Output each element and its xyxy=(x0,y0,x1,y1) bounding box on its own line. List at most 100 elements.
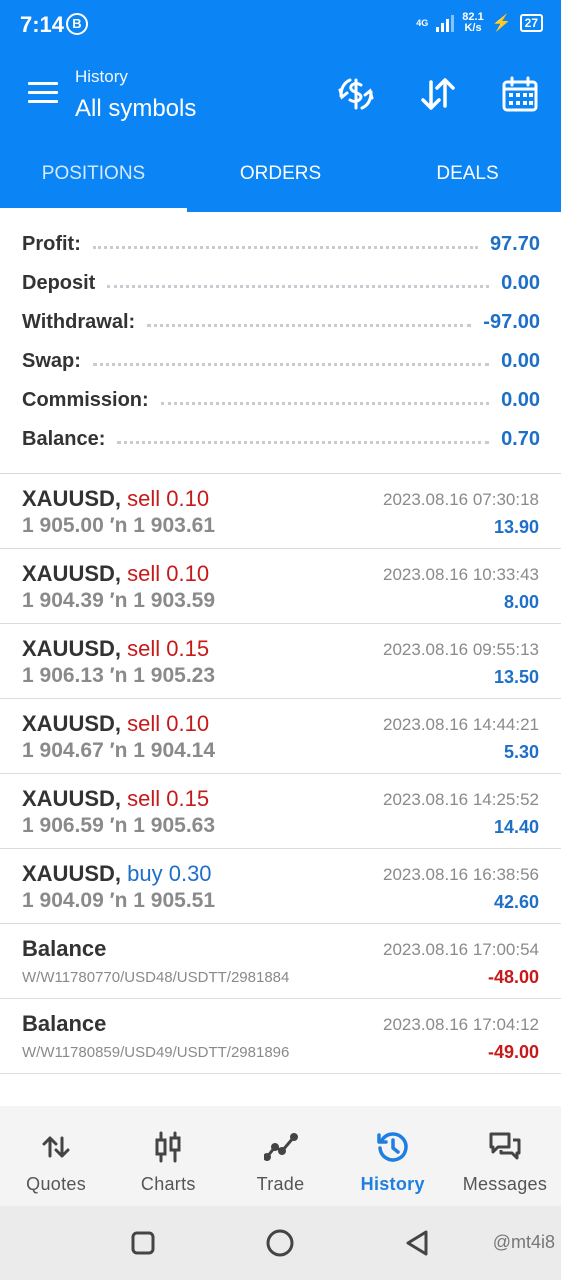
home-button[interactable] xyxy=(265,1228,295,1258)
tab-orders[interactable]: ORDERS xyxy=(187,136,374,212)
deals-list: XAUUSD, sell 0.10 1 905.00 ′n 1 903.61 2… xyxy=(0,474,561,1074)
summary-value: 0.00 xyxy=(501,272,540,294)
status-time: 7:14 xyxy=(20,12,65,37)
trade-line-icon xyxy=(263,1133,298,1161)
watermark: @mt4i8 xyxy=(492,1232,555,1252)
header-subtitle: History xyxy=(75,67,128,86)
list-item[interactable]: XAUUSD, sell 0.10 1 904.39 ′n 1 903.59 2… xyxy=(0,549,561,624)
deal-side: sell 0.15 xyxy=(127,636,210,661)
deal-prices: 1 904.39 ′n 1 903.59 xyxy=(22,589,216,612)
network-type: 4G xyxy=(416,17,429,28)
summary-row-profit: Profit: 97.70 xyxy=(22,225,540,264)
deal-symbol: XAUUSD, xyxy=(22,861,122,886)
deal-symbol: Balance xyxy=(22,936,107,961)
menu-icon[interactable] xyxy=(28,82,58,104)
deal-profit: 42.60 xyxy=(493,892,539,912)
list-item[interactable]: XAUUSD, sell 0.10 1 904.67 ′n 1 904.14 2… xyxy=(0,699,561,774)
list-item[interactable]: XAUUSD, sell 0.15 1 906.13 ′n 1 905.23 2… xyxy=(0,624,561,699)
deal-time: 2023.08.16 07:30:18 xyxy=(383,490,539,509)
deal-prices: 1 904.09 ′n 1 905.51 xyxy=(22,889,216,912)
list-item[interactable]: XAUUSD, sell 0.15 1 906.59 ′n 1 905.63 2… xyxy=(0,774,561,849)
nav-label: Charts xyxy=(140,1174,196,1194)
summary-value: 0.70 xyxy=(501,428,540,450)
deal-comment: W/W11780770/USD48/USDTT/2981884 xyxy=(22,969,290,986)
list-item[interactable]: Balance W/W11780859/USD49/USDTT/2981896 … xyxy=(0,999,561,1074)
summary-label: Deposit xyxy=(22,272,96,294)
deal-side: buy 0.30 xyxy=(127,861,212,886)
deal-time: 2023.08.16 14:25:52 xyxy=(383,790,539,809)
deal-profit: 13.90 xyxy=(493,517,539,537)
battery-indicator: 27 xyxy=(519,14,543,32)
deal-profit: -49.00 xyxy=(487,1042,539,1062)
nav-trade[interactable]: Trade xyxy=(224,1106,336,1206)
deal-prices: 1 905.00 ′n 1 903.61 xyxy=(22,514,216,537)
summary-label: Commission: xyxy=(22,389,149,411)
list-item[interactable]: Balance W/W11780770/USD48/USDTT/2981884 … xyxy=(0,924,561,999)
summary-value: 97.70 xyxy=(489,233,540,255)
recent-apps-button[interactable] xyxy=(128,1228,158,1258)
app-header: History All symbols xyxy=(0,52,561,136)
summary-row-deposit: Deposit 0.00 xyxy=(22,264,540,303)
nav-label: Quotes xyxy=(26,1174,87,1194)
deal-profit: 14.40 xyxy=(493,817,539,837)
status-bar: 7:14 B 4G 82.1 K/s ⚡ 27 xyxy=(0,0,561,52)
nav-charts[interactable]: Charts xyxy=(112,1106,224,1206)
charging-icon: ⚡ xyxy=(491,15,512,32)
summary-row-balance: Balance: 0.70 xyxy=(22,420,540,459)
deal-prices: 1 904.67 ′n 1 904.14 xyxy=(22,739,216,762)
nav-label: Trade xyxy=(256,1174,305,1194)
sort-icon[interactable] xyxy=(418,74,458,114)
deal-comment: W/W11780859/USD49/USDTT/2981896 xyxy=(22,1044,290,1061)
deal-symbol: XAUUSD, xyxy=(22,486,122,511)
summary-label: Swap: xyxy=(22,350,81,372)
deal-symbol: XAUUSD, xyxy=(22,711,122,736)
deal-time: 2023.08.16 17:04:12 xyxy=(383,1015,539,1034)
tab-deals[interactable]: DEALS xyxy=(374,136,561,212)
list-item[interactable]: XAUUSD, buy 0.30 1 904.09 ′n 1 905.51 20… xyxy=(0,849,561,924)
summary-label: Profit: xyxy=(22,233,81,255)
status-badge: B xyxy=(66,13,88,35)
bottom-nav: Quotes Charts Trade History Messages xyxy=(0,1106,561,1206)
nav-label: Messages xyxy=(462,1174,548,1194)
tab-bar: POSITIONS ORDERS DEALS xyxy=(0,136,561,212)
quotes-icon xyxy=(42,1136,70,1158)
deal-symbol: XAUUSD, xyxy=(22,561,122,586)
summary-label: Withdrawal: xyxy=(22,311,136,333)
messages-icon xyxy=(489,1132,521,1160)
summary-value: 0.00 xyxy=(501,389,540,411)
deal-time: 2023.08.16 10:33:43 xyxy=(383,565,539,584)
nav-label: History xyxy=(360,1174,425,1194)
deal-side: sell 0.15 xyxy=(127,786,210,811)
history-icon xyxy=(376,1132,408,1162)
header-title[interactable]: All symbols xyxy=(75,95,196,123)
summary-row-commission: Commission: 0.00 xyxy=(22,381,540,420)
deal-side: sell 0.10 xyxy=(127,561,210,586)
summary-value: -97.00 xyxy=(483,311,540,333)
candlestick-icon xyxy=(155,1131,181,1163)
nav-messages[interactable]: Messages xyxy=(449,1106,561,1206)
summary-row-withdrawal: Withdrawal: -97.00 xyxy=(22,303,540,342)
deal-profit: -48.00 xyxy=(487,967,539,987)
deal-symbol: XAUUSD, xyxy=(22,636,122,661)
summary-panel: Profit: 97.70 Deposit 0.00 Withdrawal: -… xyxy=(22,225,540,459)
nav-quotes[interactable]: Quotes xyxy=(0,1106,112,1206)
deal-profit: 8.00 xyxy=(503,592,539,612)
deal-profit: 5.30 xyxy=(503,742,539,762)
deal-time: 2023.08.16 14:44:21 xyxy=(383,715,539,734)
deal-time: 2023.08.16 17:00:54 xyxy=(383,940,539,959)
summary-row-swap: Swap: 0.00 xyxy=(22,342,540,381)
deal-time: 2023.08.16 09:55:13 xyxy=(383,640,539,659)
currency-exchange-icon[interactable] xyxy=(336,74,376,114)
list-item[interactable]: XAUUSD, sell 0.10 1 905.00 ′n 1 903.61 2… xyxy=(0,474,561,549)
tab-positions[interactable]: POSITIONS xyxy=(0,136,187,212)
signal-icon xyxy=(436,14,455,32)
nav-history[interactable]: History xyxy=(337,1106,449,1206)
calendar-icon[interactable] xyxy=(500,74,540,114)
deal-symbol: Balance xyxy=(22,1011,107,1036)
back-button[interactable] xyxy=(402,1228,432,1258)
deal-prices: 1 906.13 ′n 1 905.23 xyxy=(22,664,216,687)
deal-side: sell 0.10 xyxy=(127,486,210,511)
deal-profit: 13.50 xyxy=(493,667,539,687)
deal-symbol: XAUUSD, xyxy=(22,786,122,811)
summary-label: Balance: xyxy=(22,428,106,450)
